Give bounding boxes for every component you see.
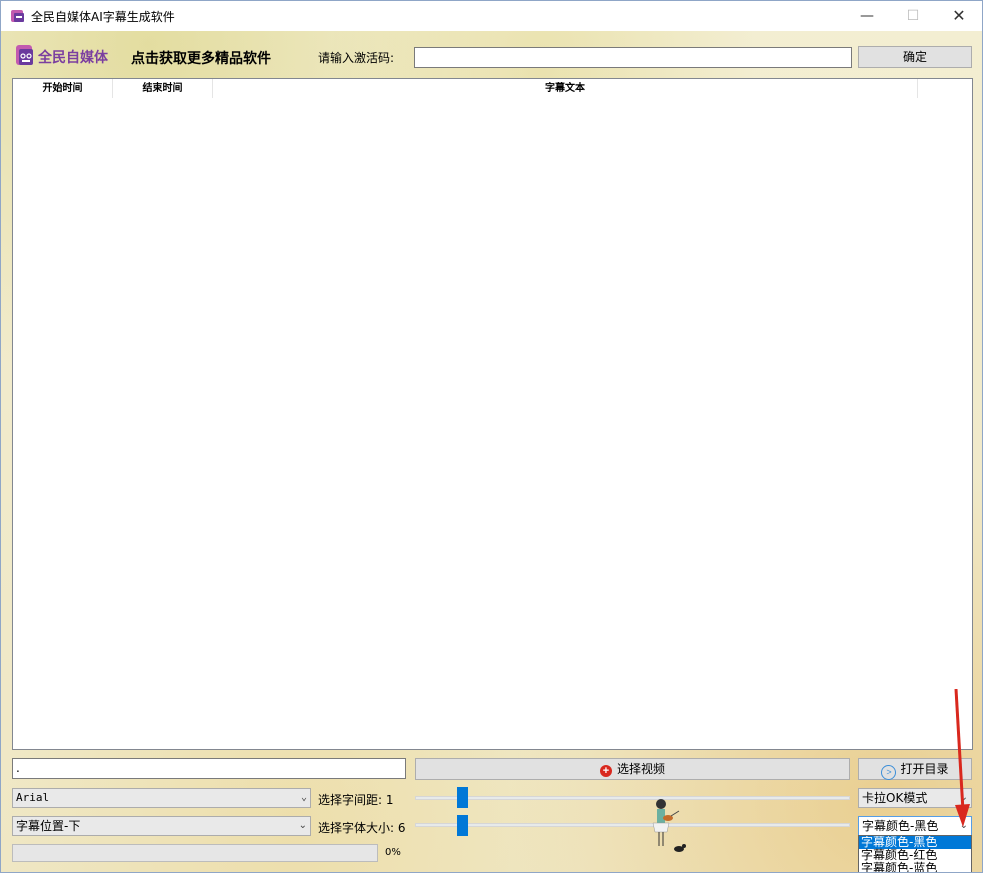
font-size-label: 选择字体大小: 6 xyxy=(318,819,406,836)
arrow-right-circle-icon: > xyxy=(881,765,896,780)
letter-spacing-label: 选择字间距: 1 xyxy=(318,791,394,808)
subtitle-color-dropdown-list[interactable]: 字幕颜色-黑色 字幕颜色-红色 字幕颜色-蓝色 xyxy=(858,835,972,873)
logo-icon xyxy=(14,43,36,69)
progress-bar xyxy=(12,844,378,862)
subtitle-color-value: 字幕颜色-黑色 xyxy=(862,819,938,833)
app-icon xyxy=(10,8,26,24)
chevron-down-icon: ⌄ xyxy=(301,789,307,807)
girl-with-guitar-illustration xyxy=(641,796,691,856)
activation-code-input[interactable] xyxy=(414,47,852,68)
subtitle-table[interactable]: 开始时间 结束时间 字幕文本 xyxy=(12,78,973,750)
font-select[interactable]: Arial ⌄ xyxy=(12,788,311,808)
maximize-button[interactable]: ☐ xyxy=(890,1,936,31)
minimize-button[interactable]: — xyxy=(844,1,890,31)
column-header-start-time[interactable]: 开始时间 xyxy=(13,79,113,98)
subtitle-position-value: 字幕位置-下 xyxy=(16,819,80,833)
window-title: 全民自媒体AI字幕生成软件 xyxy=(31,8,175,25)
plus-circle-icon: + xyxy=(600,765,612,777)
select-video-label: 选择视频 xyxy=(617,762,665,776)
confirm-button[interactable]: 确定 xyxy=(858,46,972,68)
chevron-down-icon: ⌄ xyxy=(299,817,307,835)
font-select-value: Arial xyxy=(16,791,49,804)
column-header-end-time[interactable]: 结束时间 xyxy=(113,79,213,98)
column-header-subtitle-text[interactable]: 字幕文本 xyxy=(213,79,918,98)
font-size-slider-thumb[interactable] xyxy=(457,815,468,836)
activation-code-label: 请输入激活码: xyxy=(318,49,394,66)
letter-spacing-slider-track[interactable] xyxy=(415,796,850,800)
font-size-slider-track[interactable] xyxy=(415,823,850,827)
title-bar: 全民自媒体AI字幕生成软件 — ☐ ✕ xyxy=(1,1,982,31)
select-video-button[interactable]: + 选择视频 xyxy=(415,758,850,780)
close-button[interactable]: ✕ xyxy=(936,1,982,31)
logo[interactable]: 全民自媒体 xyxy=(14,43,36,69)
progress-text: 0% xyxy=(385,847,401,858)
red-arrow-annotation-icon xyxy=(946,689,972,829)
logo-text: 全民自媒体 xyxy=(38,47,108,67)
video-path-input[interactable]: . xyxy=(12,758,406,779)
open-directory-label: 打开目录 xyxy=(900,762,948,776)
promo-link[interactable]: 点击获取更多精品软件 xyxy=(131,48,271,68)
letter-spacing-slider-thumb[interactable] xyxy=(457,787,468,808)
app-window: 全民自媒体AI字幕生成软件 — ☐ ✕ 全民自媒体 点击获取更多精品软件 请输入… xyxy=(0,0,983,873)
subtitle-position-select[interactable]: 字幕位置-下 ⌄ xyxy=(12,816,311,836)
table-header: 开始时间 结束时间 字幕文本 xyxy=(13,79,972,98)
color-option-blue[interactable]: 字幕颜色-蓝色 xyxy=(859,862,971,873)
karaoke-mode-value: 卡拉OK模式 xyxy=(862,791,927,805)
